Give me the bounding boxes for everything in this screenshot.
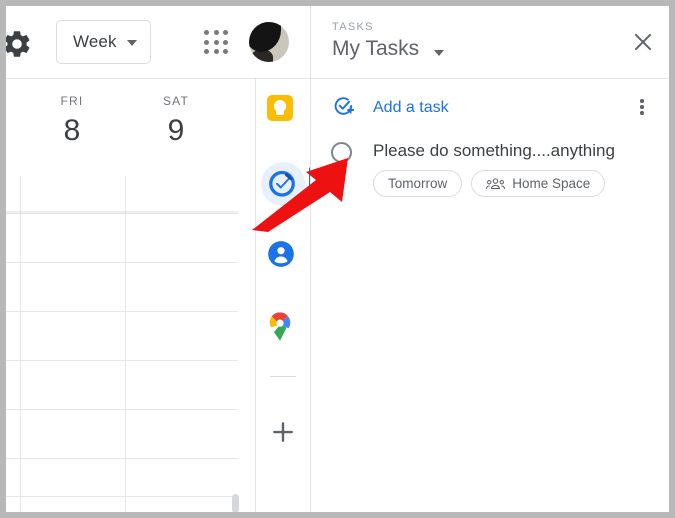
- sidebar-item-google-contacts[interactable]: [267, 240, 299, 272]
- kebab-menu-icon[interactable]: [634, 99, 650, 117]
- side-app-rail: [255, 79, 313, 512]
- grid-hline: [6, 409, 238, 410]
- people-group-icon: [486, 177, 506, 191]
- day-column-header-sat[interactable]: SAT 9: [124, 79, 228, 148]
- grid-hline: [6, 311, 238, 312]
- tasks-panel-header: TASKS My Tasks: [311, 6, 669, 79]
- grid-top-shadow: [6, 211, 238, 214]
- plus-icon: [273, 422, 293, 442]
- app-window: Week FRI 8 SAT 9 TASKS My Tasks Add a ta…: [6, 6, 669, 512]
- task-title: Please do something....anything: [373, 141, 615, 160]
- sidebar-item-google-keep[interactable]: [267, 95, 299, 127]
- vertical-scrollbar-thumb[interactable]: [232, 494, 239, 512]
- avatar-shape-hair-top: [255, 22, 277, 48]
- calendar-day-headers: FRI 8 SAT 9: [6, 79, 243, 176]
- contacts-person-icon: [268, 241, 294, 267]
- sidebar-item-google-maps[interactable]: [267, 312, 299, 344]
- add-task-check-plus-icon[interactable]: [332, 94, 356, 118]
- calendar-time-grid[interactable]: [6, 176, 239, 512]
- grid-hline: [6, 458, 238, 459]
- add-addon-button[interactable]: [268, 417, 298, 447]
- add-task-row[interactable]: Add a task: [311, 79, 669, 133]
- add-task-label[interactable]: Add a task: [373, 99, 449, 117]
- task-space-chip-label: Home Space: [512, 176, 591, 191]
- day-number-label: 9: [167, 114, 185, 147]
- sidebar-item-google-tasks[interactable]: [267, 168, 299, 200]
- keep-bulb-icon: [267, 95, 293, 121]
- apps-grid-icon[interactable]: [204, 30, 230, 56]
- task-due-chip-label: Tomorrow: [388, 176, 448, 191]
- maps-pin-icon: [269, 312, 291, 341]
- chevron-down-icon[interactable]: [434, 50, 444, 56]
- avatar[interactable]: [249, 22, 289, 62]
- task-list-title[interactable]: My Tasks: [332, 37, 419, 61]
- tasks-check-icon: [269, 170, 295, 197]
- chevron-down-icon: [127, 40, 137, 46]
- grid-vline: [20, 176, 21, 512]
- calendar-topbar: Week: [6, 6, 310, 79]
- grid-hline: [6, 360, 238, 361]
- view-range-select[interactable]: Week: [56, 20, 151, 64]
- day-of-week-label: FRI: [60, 94, 84, 108]
- grid-hline: [6, 262, 238, 263]
- task-chips: Tomorrow Home Space: [373, 170, 606, 197]
- close-icon[interactable]: [630, 29, 656, 55]
- day-column-header-fri[interactable]: FRI 8: [20, 79, 124, 148]
- grid-hline: [6, 496, 238, 497]
- view-range-label: Week: [73, 32, 117, 51]
- day-number-label: 8: [63, 114, 81, 147]
- task-space-chip[interactable]: Home Space: [471, 170, 606, 197]
- gear-icon[interactable]: [6, 28, 33, 60]
- panel-eyebrow-label: TASKS: [332, 21, 374, 33]
- status-badge[interactable]: Tomorrow: [373, 170, 463, 197]
- day-of-week-label: SAT: [162, 94, 190, 108]
- tasks-panel: TASKS My Tasks Add a task Please do some…: [310, 6, 669, 512]
- grid-vline: [125, 176, 126, 512]
- rail-divider: [270, 376, 296, 377]
- unchecked-circle-icon[interactable]: [331, 142, 352, 163]
